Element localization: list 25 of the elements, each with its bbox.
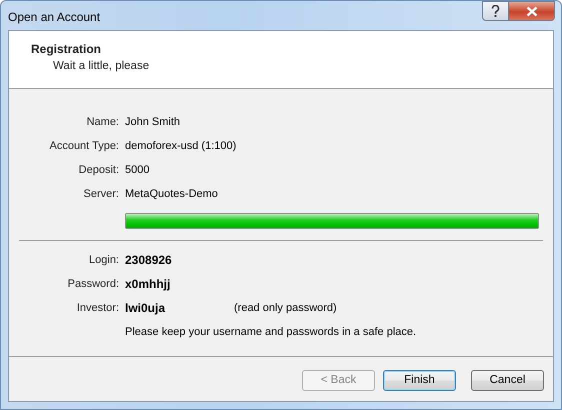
field-label: Investor: <box>76 301 119 315</box>
field-value: John Smith <box>125 115 182 129</box>
header-title: Registration <box>31 41 102 58</box>
help-icon <box>491 4 500 18</box>
credential-value: lwi0uja <box>125 301 166 315</box>
field-label: Server: <box>82 187 119 201</box>
notice-text: Please keep your username and passwords in a safe place. <box>125 325 418 339</box>
field-value: 5000 <box>125 163 150 177</box>
field-value: MetaQuotes-Demo <box>125 187 219 201</box>
field-label: Password: <box>66 277 119 291</box>
field-value: demoforex-usd (1:100) <box>125 139 238 153</box>
field-label: Deposit: <box>78 163 119 177</box>
credential-note: (read only password) <box>234 301 337 315</box>
close-icon <box>526 6 538 16</box>
field-label: Name: <box>86 115 119 129</box>
header-subtitle: Wait a little, please <box>52 59 150 74</box>
field-label: Login: <box>88 253 119 267</box>
field-label: Account Type: <box>48 139 119 153</box>
credential-value: x0mhhjj <box>125 277 172 291</box>
window-title: Open an Account <box>8 9 100 26</box>
dialog-button[interactable]: Cancel <box>471 370 544 391</box>
credential-value: 2308926 <box>125 253 173 267</box>
help-button[interactable] <box>482 1 509 21</box>
close-button[interactable] <box>509 1 555 21</box>
dialog-button[interactable]: Finish <box>383 370 456 391</box>
